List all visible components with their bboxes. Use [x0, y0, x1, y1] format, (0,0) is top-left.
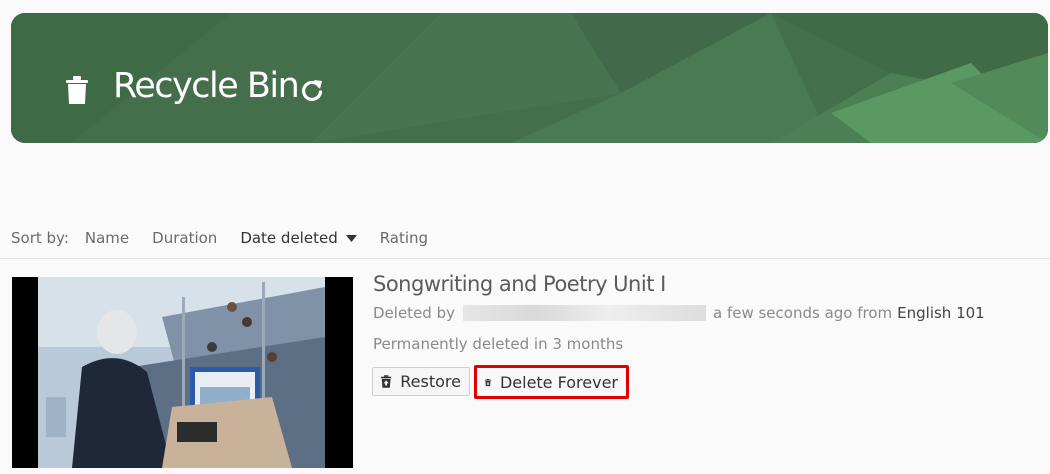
- deleted-by-label: Deleted by: [373, 304, 455, 322]
- sort-option-rating[interactable]: Rating: [380, 229, 428, 247]
- thumbnail-image: [12, 277, 353, 468]
- sort-option-date-deleted-label: Date deleted: [240, 229, 338, 247]
- restore-button[interactable]: Restore: [372, 367, 470, 396]
- header-banner: Recycle Bin: [11, 13, 1048, 143]
- permanent-deletion-notice: Permanently deleted in 3 months: [373, 335, 624, 353]
- delete-forever-label: Delete Forever: [499, 372, 618, 392]
- caret-down-icon: [345, 235, 357, 242]
- deleted-when: a few seconds ago from: [712, 304, 893, 322]
- refresh-icon[interactable]: [299, 78, 325, 104]
- delete-forever-icon: [485, 378, 491, 386]
- page-title: Recycle Bin: [113, 66, 300, 106]
- sort-option-duration[interactable]: Duration: [152, 229, 217, 247]
- restore-icon: [381, 375, 392, 388]
- sort-bar: Sort by: Name Duration Date deleted Rati…: [11, 226, 451, 250]
- list-item: Songwriting and Poetry Unit I Deleted by…: [0, 259, 1050, 474]
- trash-icon: [66, 76, 88, 104]
- deletion-meta: Deleted by a few seconds ago from Englis…: [373, 304, 985, 322]
- restore-label: Restore: [400, 372, 461, 391]
- delete-forever-button[interactable]: Delete Forever: [474, 365, 629, 399]
- sort-option-date-deleted[interactable]: Date deleted: [240, 229, 357, 247]
- item-title[interactable]: Songwriting and Poetry Unit I: [373, 272, 666, 296]
- redacted-user: [462, 305, 706, 321]
- video-thumbnail[interactable]: [12, 277, 353, 468]
- course-link[interactable]: English 101: [897, 304, 985, 322]
- sort-label: Sort by:: [11, 229, 69, 247]
- sort-option-name[interactable]: Name: [85, 229, 129, 247]
